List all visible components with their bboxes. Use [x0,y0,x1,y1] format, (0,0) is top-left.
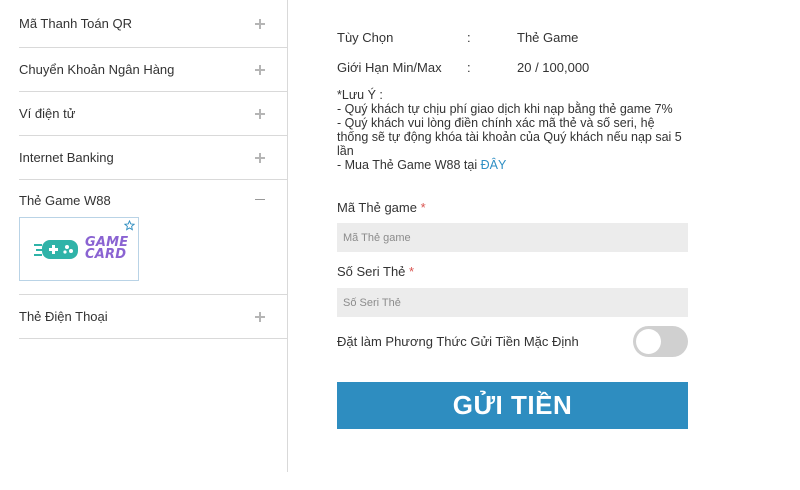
card-code-label: Mã Thẻ game * [337,200,426,215]
submit-deposit-button[interactable]: GỬI TIỀN [337,382,688,429]
sidebar-item-internet-banking[interactable]: Internet Banking [19,136,287,180]
sidebar-item-label: Internet Banking [19,150,114,165]
notes-block: *Lưu Ý : - Quý khách tự chịu phí giao dị… [337,88,689,172]
option-row: Tùy Chọn : Thẻ Game [337,30,578,45]
limit-row: Giới Hạn Min/Max : 20 / 100,000 [337,60,589,75]
plus-icon[interactable] [255,64,265,75]
option-value: Thẻ Game [517,30,579,45]
sidebar-item-bank-transfer[interactable]: Chuyển Khoản Ngân Hàng [19,48,287,92]
colon-separator: : [467,30,471,45]
sidebar-item-e-wallet[interactable]: Ví điện tử [19,92,287,136]
limit-value: 20 / 100,000 [517,60,590,75]
gamecard-option-tile[interactable]: GAME CARD [19,217,139,281]
sidebar-item-phone-card[interactable]: Thẻ Điện Thoại [19,295,287,339]
notes-line-buy: - Mua Thẻ Game W88 tại ĐÂY [337,158,689,172]
buy-here-link[interactable]: ĐÂY [481,158,507,172]
default-method-toggle[interactable] [633,326,688,357]
sidebar-item-label: Mã Thanh Toán QR [19,16,132,31]
gamecard-logo-text: GAME CARD [85,235,129,262]
option-key: Tùy Chọn [337,30,394,45]
payment-method-sidebar: Mã Thanh Toán QR Chuyển Khoản Ngân Hàng … [19,0,287,339]
required-mark: * [409,264,415,279]
gamepad-icon [34,240,78,259]
sidebar-item-label: Chuyển Khoản Ngân Hàng [19,62,175,77]
notes-line-warning: - Quý khách vui lòng điền chính xác mã t… [337,116,682,158]
minus-icon[interactable] [255,195,265,205]
limit-key: Giới Hạn Min/Max [337,60,442,75]
serial-input[interactable] [337,288,688,317]
plus-icon[interactable] [255,311,265,322]
sidebar-item-label: Thẻ Game W88 [19,192,111,208]
default-method-label: Đặt làm Phương Thức Gửi Tiền Mặc Định [337,334,579,349]
card-code-input[interactable] [337,223,688,252]
plus-icon[interactable] [255,108,265,119]
notes-title: *Lưu Ý : [337,88,383,102]
plus-icon[interactable] [255,18,265,29]
star-icon [124,220,135,231]
notes-buy-text: - Mua Thẻ Game W88 tại [337,158,478,172]
sidebar-item-qr-payment[interactable]: Mã Thanh Toán QR [19,0,287,48]
column-divider [287,0,288,472]
gamecard-logo: GAME CARD [34,236,128,262]
required-mark: * [420,200,426,215]
sidebar-item-label: Thẻ Điện Thoại [19,309,108,324]
toggle-knob [636,329,661,354]
notes-line-fee: - Quý khách tự chịu phí giao dịch khi nạ… [337,102,673,116]
serial-label: Số Seri Thẻ * [337,264,415,279]
colon-separator: : [467,60,471,75]
sidebar-item-game-card[interactable]: Thẻ Game W88 GAME CARD [19,180,287,295]
plus-icon[interactable] [255,152,265,163]
sidebar-item-label: Ví điện tử [19,106,76,121]
